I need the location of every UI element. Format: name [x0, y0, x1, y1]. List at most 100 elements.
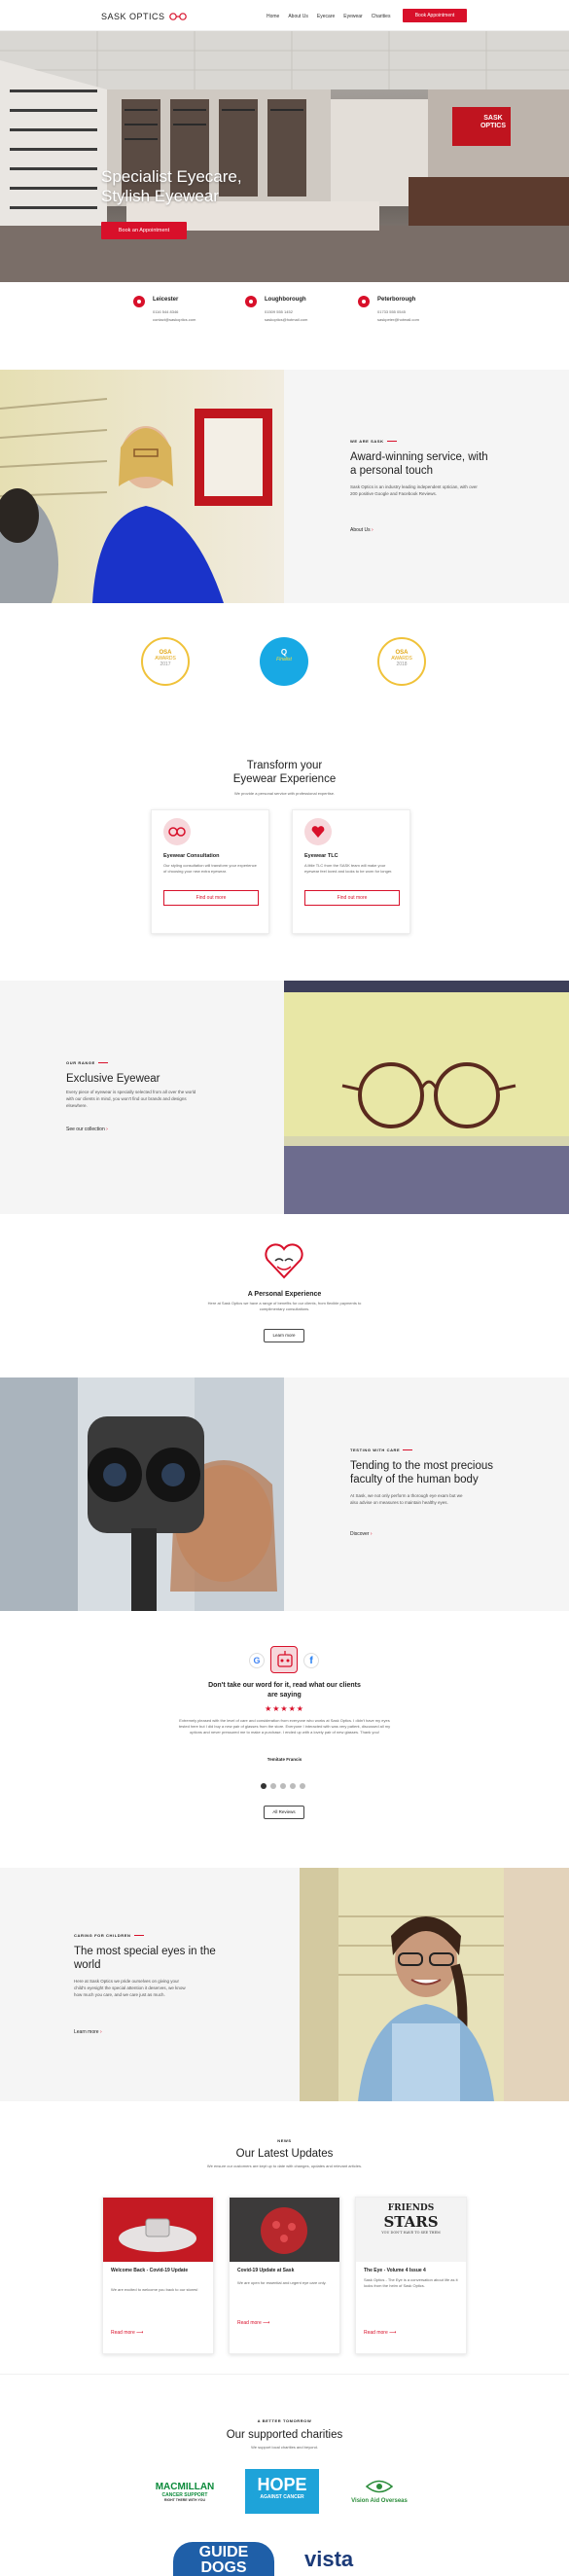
carousel-dot[interactable]: [270, 1783, 276, 1789]
nav-charities[interactable]: Charities: [372, 14, 391, 19]
location-name: Loughborough: [265, 297, 306, 303]
news-section: NEWS Our Latest Updates We ensure our cu…: [0, 2101, 569, 2374]
news-card-body: Sask Optics - The Eye is a conversation …: [364, 2277, 458, 2288]
map-pin-icon: [133, 296, 145, 307]
child-photo: [300, 1868, 569, 2101]
news-card-body: We are excited to welcome you back to ou…: [111, 2287, 198, 2292]
eye-test-photo: [0, 1377, 284, 1611]
news-kicker: NEWS: [277, 2138, 292, 2143]
read-more-link[interactable]: Read more ⟶: [364, 2330, 396, 2336]
transform-section: Transform your Eyewear Experience We pro…: [0, 720, 569, 983]
arrow-right-icon: ⟶: [136, 2330, 144, 2336]
news-card-title: The Eye - Volume 4 Issue 4: [364, 2268, 426, 2273]
location-phone[interactable]: 01509 555 1452: [265, 309, 293, 315]
testing-kicker: TESTING WITH CARE: [350, 1448, 413, 1452]
nav-about-us[interactable]: About Us: [288, 14, 308, 19]
children-body: Here at Sask Optics we pride ourselves o…: [74, 1979, 186, 1997]
eyewear-photo: [284, 981, 569, 1214]
news-title: Our Latest Updates: [235, 2148, 334, 2160]
locations-bar: Leicester 0116 544 8346 contact@saskopti…: [0, 282, 569, 360]
location-email[interactable]: saskpeter@hotmail.com: [377, 317, 419, 323]
children-learn-more-link[interactable]: Learn more ›: [74, 2029, 102, 2035]
news-card-image: FRIENDS STARS YOU DON'T HAVE TO SEE THEM: [356, 2198, 466, 2262]
friends-text-line3: YOU DON'T HAVE TO SEE THEM: [381, 2231, 441, 2235]
children-title: The most special eyes in the world: [74, 1946, 216, 1971]
charities-section: A BETTER TOMORROW Our supported charitie…: [0, 2374, 569, 2576]
awards-row: OSA AWARDS 2017 Q Finalist OSA AWARDS 20…: [0, 603, 569, 720]
hero-book-button[interactable]: Book an Appointment: [101, 222, 187, 239]
reviews-title: Don't take our word for it, read what ou…: [208, 1682, 361, 1699]
all-reviews-button[interactable]: All Reviews: [264, 1806, 304, 1819]
news-card[interactable]: Covid-19 Update at Sask We are open for …: [229, 2197, 340, 2354]
vista-logo[interactable]: vista: [304, 2547, 353, 2572]
transform-subtitle: We provide a personal service with profe…: [233, 791, 336, 796]
card-title: Eyewear TLC: [304, 853, 338, 859]
heart-eyes-icon: [265, 1243, 303, 1279]
tlc-icon: [304, 818, 332, 845]
card-body: A little TLC from the SASK team will mak…: [304, 863, 393, 874]
discover-link[interactable]: Discover ›: [350, 1531, 373, 1537]
guide-dogs-logo[interactable]: GUIDE DOGS: [173, 2542, 274, 2576]
range-section: OUR RANGE Exclusive Eyewear Every piece …: [0, 981, 569, 1214]
chevron-right-icon: ›: [106, 1127, 108, 1132]
book-appointment-button[interactable]: Book Appointment: [403, 9, 467, 22]
find-out-more-button[interactable]: Find out more: [304, 890, 400, 906]
read-more-link[interactable]: Read more ⟶: [111, 2330, 143, 2336]
location-phone[interactable]: 0116 544 8346: [153, 309, 178, 315]
hero-title-line1: Specialist Eyecare,: [101, 167, 242, 186]
news-subtitle: We ensure our customers are kept up to d…: [206, 2164, 363, 2168]
news-card-title: Covid-19 Update at Sask: [237, 2268, 295, 2273]
carousel-dot[interactable]: [280, 1783, 286, 1789]
charities-kicker: A BETTER TOMORROW: [257, 2418, 312, 2423]
logo[interactable]: SASK OPTICS: [101, 12, 188, 22]
about-us-link[interactable]: About Us ›: [350, 527, 373, 533]
charities-subtitle: We support local charities and beyond.: [251, 2445, 318, 2450]
friends-text-line1: FRIENDS: [387, 2203, 435, 2213]
map-pin-icon: [358, 296, 370, 307]
facebook-icon: f: [303, 1653, 319, 1668]
news-card[interactable]: Welcome Back - Covid-19 Update We are ex…: [102, 2197, 214, 2354]
arrow-right-icon: ⟶: [389, 2330, 397, 2336]
location-name: Peterborough: [377, 297, 416, 303]
location-email[interactable]: contact@saskoptics.com: [153, 317, 196, 323]
chevron-right-icon: ›: [370, 1531, 373, 1537]
about-kicker: WE ARE SASK: [350, 439, 397, 444]
see-collection-link[interactable]: See our collection ›: [66, 1127, 108, 1132]
arrow-right-icon: ⟶: [263, 2320, 270, 2326]
location-phone[interactable]: 01733 555 0545: [377, 309, 406, 315]
carousel-dot-active[interactable]: [261, 1783, 267, 1789]
review-stars: ★★★★★: [265, 1704, 304, 1713]
hope-against-cancer-logo[interactable]: HOPE AGAINST CANCER: [245, 2469, 319, 2514]
about-section: WE ARE SASK Award-winning service, with …: [0, 370, 569, 603]
testing-section: TESTING WITH CARE Tending to the most pr…: [0, 1377, 569, 1611]
find-out-more-button[interactable]: Find out more: [163, 890, 259, 906]
read-more-link[interactable]: Read more ⟶: [237, 2320, 269, 2326]
carousel-dots: [261, 1783, 305, 1789]
charities-title: Our supported charities: [226, 2429, 343, 2441]
map-pin-icon: [245, 296, 257, 307]
review-bot-icon: [270, 1646, 298, 1673]
carousel-dot[interactable]: [300, 1783, 305, 1789]
nav-home[interactable]: Home: [267, 14, 279, 19]
about-photo: [0, 370, 284, 603]
friends-text-line2: STARS: [383, 2213, 439, 2231]
news-card[interactable]: FRIENDS STARS YOU DON'T HAVE TO SEE THEM…: [355, 2197, 467, 2354]
location-email[interactable]: saskoptics@hotmail.com: [265, 317, 307, 323]
store-sign: SASK OPTICS: [472, 115, 515, 130]
learn-more-button[interactable]: Learn more: [264, 1329, 304, 1342]
macmillan-logo[interactable]: MACMILLAN CANCER SUPPORT RIGHT THERE WIT…: [146, 2482, 224, 2502]
range-title: Exclusive Eyewear: [66, 1073, 160, 1085]
carousel-dot[interactable]: [290, 1783, 296, 1789]
award-badge-osa-2018: OSA AWARDS 2018: [377, 637, 426, 686]
news-card-body: We are open for essential and urgent eye…: [237, 2280, 327, 2285]
news-card-title: Welcome Back - Covid-19 Update: [111, 2268, 189, 2273]
personal-body: Here at Sask Optics we have a range of b…: [207, 1301, 362, 1311]
store-sign-line1: SASK: [483, 115, 503, 122]
news-card-image: [103, 2198, 213, 2262]
vision-aid-overseas-logo[interactable]: Vision Aid Overseas: [340, 2480, 418, 2504]
award-badge-finalist: Q Finalist: [260, 637, 308, 686]
card-body: Our styling consultation will transform …: [163, 863, 257, 874]
award-badge-osa-2017: OSA AWARDS 2017: [141, 637, 190, 686]
nav-eyewear[interactable]: Eyewear: [343, 14, 362, 19]
nav-eyecare[interactable]: Eyecare: [317, 14, 335, 19]
